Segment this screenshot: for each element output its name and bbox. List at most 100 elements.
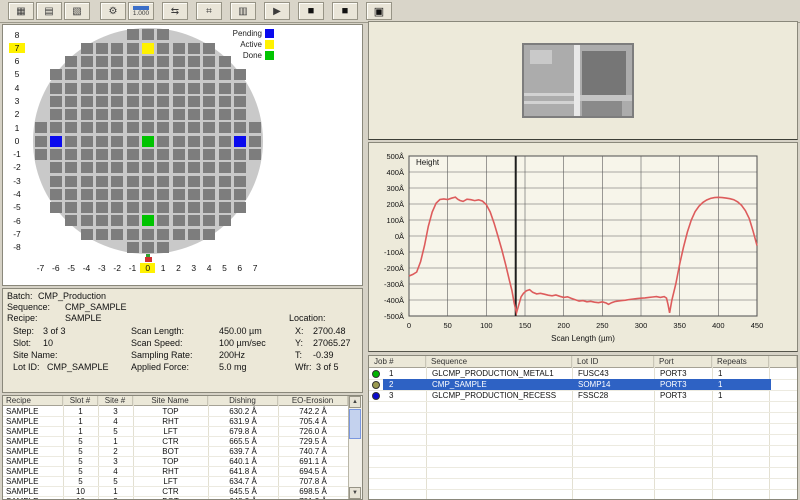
wafer-die: [188, 69, 200, 80]
wafer-die: [219, 109, 231, 120]
wafer-die: [81, 229, 93, 240]
legend-label: Active: [240, 40, 262, 49]
job-row[interactable]: 3GLCMP_PRODUCTION_RECESSFSSC28PORT31: [369, 390, 797, 401]
wafer-die: [219, 136, 231, 147]
recipe-button[interactable]: ▥: [230, 2, 256, 20]
scan-speed-label: Scan Speed:: [131, 338, 183, 348]
table-row[interactable]: SAMPLE52BOT639.7 Å740.7 Å: [3, 446, 348, 456]
table-row[interactable]: SAMPLE53TOP640.1 Å691.1 Å: [3, 456, 348, 466]
wafer-die: [188, 122, 200, 133]
wafer-die: [96, 69, 108, 80]
wafer-die: [203, 109, 215, 120]
applied-force-value: 5.0 mg: [219, 362, 247, 372]
wafer-die: [111, 96, 123, 107]
wafer-site-pending[interactable]: [50, 136, 62, 147]
application-window: { "toolbar": { "buttons": [ {"name":"waf…: [0, 0, 800, 500]
scroll-up-button[interactable]: ▲: [349, 396, 361, 408]
transfer-button[interactable]: ⇆: [162, 2, 188, 20]
job-row[interactable]: 1GLCMP_PRODUCTION_METAL1FUSC43PORT31: [369, 368, 797, 379]
scale-value: 1.000: [133, 11, 149, 17]
micrograph-pad-bottom: [582, 101, 622, 116]
table-row[interactable]: SAMPLE14RHT631.9 Å705.4 Å: [3, 416, 348, 426]
wafer-die: [111, 83, 123, 94]
column-header-port[interactable]: Port: [654, 356, 712, 368]
column-header-dishing[interactable]: Dishing: [208, 396, 278, 406]
wafer-map-button[interactable]: ▦: [8, 2, 34, 20]
wafer-die: [96, 96, 108, 107]
wafer-die: [234, 149, 246, 160]
wafer-die: [203, 83, 215, 94]
table-row-divider: [369, 434, 797, 435]
run-button[interactable]: ▶: [264, 2, 290, 20]
table-row[interactable]: SAMPLE101CTR645.5 Å698.5 Å: [3, 486, 348, 496]
wafer-die: [173, 69, 185, 80]
wafer-die: [81, 96, 93, 107]
wafer-die: [96, 215, 108, 226]
job-row[interactable]: 2CMP_SAMPLESOMP14PORT31: [369, 379, 797, 390]
stop-button[interactable]: ■: [298, 2, 324, 20]
wafer-site-done[interactable]: [142, 136, 154, 147]
cell-eo-erosion: 740.7 Å: [278, 446, 348, 456]
halt-button[interactable]: ■: [332, 2, 358, 20]
abort-button[interactable]: ▣: [366, 2, 392, 20]
report-view-button[interactable]: ▧: [64, 2, 90, 20]
wafer-map-panel: 876543210-1-2-3-4-5-6-7-8 -7-6-5-4-3-2-1…: [2, 24, 363, 286]
column-header-recipe[interactable]: Recipe: [3, 396, 63, 406]
table-row-divider: [369, 456, 797, 457]
results-scrollbar-thumb[interactable]: [349, 409, 361, 439]
column-header-sequence[interactable]: Sequence: [426, 356, 572, 368]
wafer-site-active[interactable]: [142, 43, 154, 54]
x-value: 2700.48: [313, 326, 346, 336]
wafer-die: [157, 96, 169, 107]
wafer-x-label: 5: [217, 263, 232, 273]
wafer-die: [219, 96, 231, 107]
cell-eo-erosion: 705.4 Å: [278, 416, 348, 426]
wafer-die: [111, 162, 123, 173]
wafer-die: [173, 176, 185, 187]
table-row[interactable]: SAMPLE13TOP630.2 Å742.2 Å: [3, 406, 348, 416]
table-row[interactable]: SAMPLE15LFT679.8 Å726.0 Å: [3, 426, 348, 436]
scroll-down-button[interactable]: ▼: [349, 487, 361, 499]
table-row[interactable]: SAMPLE55LFT634.7 Å707.8 Å: [3, 476, 348, 486]
wafer-die: [188, 83, 200, 94]
wafer-die: [50, 96, 62, 107]
table-row[interactable]: SAMPLE51CTR665.5 Å729.5 Å: [3, 436, 348, 446]
wafer-die: [65, 96, 77, 107]
wafer-die: [173, 109, 185, 120]
x-tick-label: 50: [438, 321, 458, 330]
column-header-repeats[interactable]: Repeats: [712, 356, 769, 368]
column-header-site-name[interactable]: Site Name: [133, 396, 208, 406]
x-tick-label: 150: [515, 321, 535, 330]
wafer-x-label: -4: [79, 263, 94, 273]
wafer-site-pending[interactable]: [234, 136, 246, 147]
wafer-x-label: -1: [125, 263, 140, 273]
profile-view-button[interactable]: ▤: [36, 2, 62, 20]
x-tick-label: 100: [476, 321, 496, 330]
column-header-job-[interactable]: Job #: [369, 356, 426, 368]
tools-button[interactable]: ⚙: [100, 2, 126, 20]
cell-recipe: SAMPLE: [3, 426, 63, 436]
table-row-divider: [369, 445, 797, 446]
cell-site-name: RHT: [133, 416, 208, 426]
wafer-die: [173, 162, 185, 173]
micrograph-pad-top: [582, 51, 626, 95]
cell-recipe: SAMPLE: [3, 496, 63, 500]
scale-button[interactable]: 1.000: [128, 2, 154, 20]
cell-slot-: 10: [63, 496, 98, 500]
wafer-die: [81, 56, 93, 67]
wafer-die: [127, 202, 139, 213]
table-row[interactable]: SAMPLE54RHT641.8 Å694.5 Å: [3, 466, 348, 476]
wafer-die: [173, 202, 185, 213]
table-row-divider: [369, 412, 797, 413]
align-button[interactable]: ⌗: [196, 2, 222, 20]
column-header-eo-erosion[interactable]: EO-Erosion: [278, 396, 348, 406]
step-label: Step:: [13, 326, 34, 336]
column-header-slot-[interactable]: Slot #: [63, 396, 98, 406]
wafer-die: [234, 122, 246, 133]
column-header-site-[interactable]: Site #: [98, 396, 133, 406]
wafer-site-done[interactable]: [142, 215, 154, 226]
wafer-y-label: 6: [9, 56, 25, 66]
table-row[interactable]: SAMPLE102BOT648.3 Å701.2 Å: [3, 496, 348, 500]
column-header-lot-id[interactable]: Lot ID: [572, 356, 654, 368]
legend-label: Done: [243, 51, 262, 60]
